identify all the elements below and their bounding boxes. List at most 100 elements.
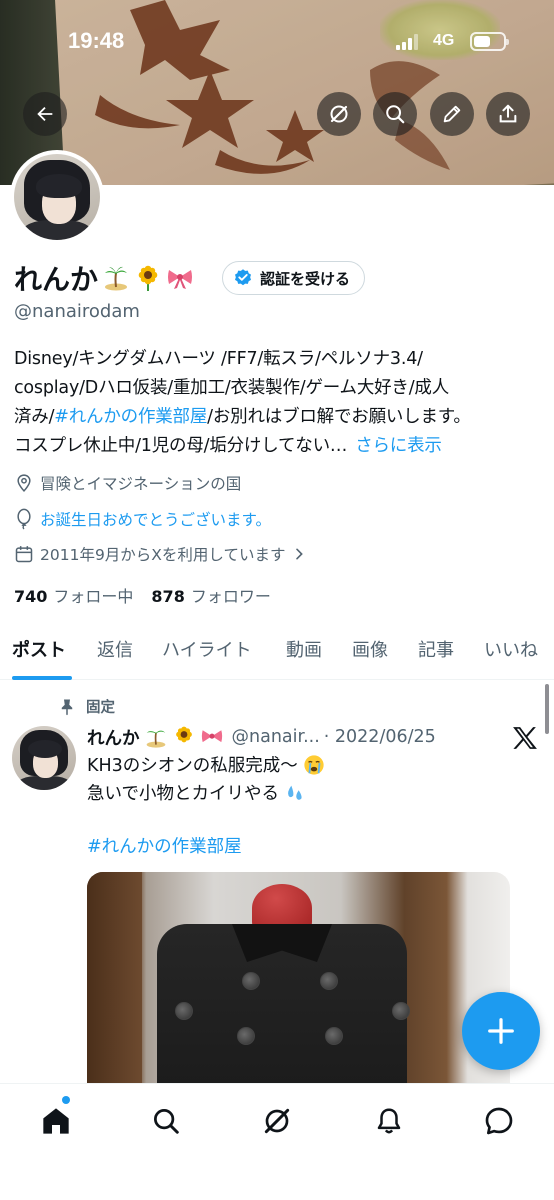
messages-icon: [485, 1107, 513, 1135]
pencil-icon: [443, 105, 461, 123]
share-icon: [499, 104, 517, 123]
bell-icon: [377, 1108, 401, 1134]
network-label: 4G: [433, 32, 455, 49]
notification-dot: [62, 1096, 70, 1104]
following-count: 740: [14, 587, 48, 606]
sunflower-emoji: [172, 725, 196, 749]
post-avatar[interactable]: [12, 726, 76, 790]
get-verified-button[interactable]: 認証を受ける: [222, 261, 366, 295]
back-button[interactable]: [23, 92, 67, 136]
island-emoji: [102, 264, 130, 292]
avatar-body: [16, 776, 72, 790]
bio-hashtag-link[interactable]: #れんかの作業部屋: [54, 407, 207, 427]
avatar: [14, 154, 100, 240]
location-pin-icon: [17, 474, 31, 493]
island-emoji: [144, 725, 168, 749]
avatar-bangs: [28, 740, 62, 758]
nav-search[interactable]: [146, 1101, 186, 1141]
image-garment-button: [392, 1002, 410, 1020]
bio-line: 済み/#れんかの作業部屋/お別れはブロ解でお願いします。: [14, 403, 544, 432]
tab-posts[interactable]: ポスト: [12, 636, 66, 662]
post-hashtag-link[interactable]: #れんかの作業部屋: [87, 833, 242, 858]
followers-count: 878: [151, 587, 185, 606]
image-garment-button: [242, 972, 260, 990]
calendar-icon: [15, 546, 33, 563]
post-line: 急いで小物とカイリやる: [87, 780, 326, 808]
home-icon: [43, 1108, 69, 1134]
pinned-indicator: 固定: [58, 696, 115, 717]
sweat-droplets-emoji: [283, 781, 307, 805]
post-image[interactable]: [87, 872, 510, 1083]
share-button[interactable]: [486, 92, 530, 136]
bio-line: コスプレ休止中/1児の母/垢分けしてない… さらに表示: [14, 432, 544, 461]
follow-stats: 740 フォロー中 878 フォロワー: [14, 583, 271, 607]
post-author-handle[interactable]: @nanair...: [232, 727, 320, 747]
post-body: KH3のシオンの私服完成〜 急いで小物とカイリやる: [87, 752, 326, 808]
status-time: 19:48: [68, 28, 125, 53]
birthday-text: お誕生日おめでとうございます。: [40, 511, 271, 529]
profile-tabs: ポスト 返信 ハイライト 動画 画像 記事 いいね: [0, 620, 554, 680]
battery-icon: [470, 32, 509, 51]
tab-highlights[interactable]: ハイライト: [162, 636, 252, 662]
tab-articles[interactable]: 記事: [418, 636, 454, 662]
location-text: 冒険とイマジネーションの国: [40, 475, 242, 493]
grok-button[interactable]: [317, 92, 361, 136]
get-verified-label: 認証を受ける: [260, 269, 351, 288]
balloon-icon: [17, 508, 31, 530]
bottom-navigation: [0, 1083, 554, 1200]
active-tab-indicator: [12, 676, 72, 680]
bio-line: Disney/キングダムハーツ /FF7/転スラ/ペルソナ3.4/: [14, 349, 423, 369]
pin-icon: [61, 699, 73, 715]
bio-text: コスプレ休止中/1児の母/垢分けしてない…: [14, 436, 348, 456]
image-garment-button: [320, 972, 338, 990]
image-door: [87, 872, 142, 1083]
bio-text: 済み/: [14, 407, 55, 427]
profile-name: れんか: [14, 263, 99, 296]
image-garment-button: [325, 1027, 343, 1045]
pinned-label: 固定: [86, 700, 115, 716]
edit-button[interactable]: [430, 92, 474, 136]
plus-icon: [488, 1018, 514, 1044]
profile-bio: Disney/キングダムハーツ /FF7/転スラ/ペルソナ3.4/ cospla…: [14, 345, 544, 461]
arrow-left-icon: [37, 106, 53, 122]
followers-label: フォロワー: [190, 587, 271, 606]
tab-videos[interactable]: 動画: [286, 636, 322, 662]
post-date[interactable]: · 2022/06/25: [324, 727, 436, 747]
profile-avatar[interactable]: [10, 150, 104, 244]
profile-name-row: れんか: [14, 258, 194, 298]
grok-icon: [330, 105, 348, 123]
ribbon-emoji: [166, 264, 194, 292]
following-link[interactable]: 740 フォロー中: [14, 583, 133, 607]
bio-text: /お別れはブロ解でお願いします。: [207, 407, 471, 427]
tab-likes[interactable]: いいね: [484, 636, 538, 662]
joined-text: 2011年9月からXを利用しています: [40, 546, 286, 564]
nav-notifications[interactable]: [369, 1101, 409, 1141]
search-button[interactable]: [373, 92, 417, 136]
show-more-link[interactable]: さらに表示: [355, 436, 442, 456]
ribbon-emoji: [200, 725, 224, 749]
profile-handle: @nanairodam: [14, 301, 140, 322]
profile-joined[interactable]: 2011年9月からXを利用しています: [14, 543, 307, 565]
profile-birthday: お誕生日おめでとうございます。: [14, 508, 271, 530]
x-logo-icon[interactable]: [512, 726, 538, 750]
nav-home[interactable]: [36, 1101, 76, 1141]
tab-replies[interactable]: 返信: [97, 636, 133, 662]
post-header: れんか @nanair... · 2022/06/25: [87, 722, 436, 752]
profile-location: 冒険とイマジネーションの国: [14, 472, 241, 494]
nav-grok[interactable]: [257, 1101, 297, 1141]
nav-messages[interactable]: [479, 1101, 519, 1141]
avatar-bangs: [36, 174, 82, 198]
tab-images[interactable]: 画像: [352, 636, 388, 662]
image-garment-button: [175, 1002, 193, 1020]
bio-line: cosplay/Dハロ仮装/重加工/衣装製作/ゲーム大好き/成人: [14, 378, 450, 398]
sunflower-emoji: [134, 264, 162, 292]
followers-link[interactable]: 878 フォロワー: [151, 583, 270, 607]
status-bar: 19:48 4G: [0, 0, 554, 80]
image-garment-button: [237, 1027, 255, 1045]
scrollbar[interactable]: [545, 684, 549, 734]
post-text: KH3のシオンの私服完成〜: [87, 756, 298, 776]
post-author-name[interactable]: れんか: [87, 725, 140, 750]
post-text: 急いで小物とカイリやる: [87, 784, 279, 804]
following-label: フォロー中: [53, 587, 134, 606]
compose-button[interactable]: [462, 992, 540, 1070]
